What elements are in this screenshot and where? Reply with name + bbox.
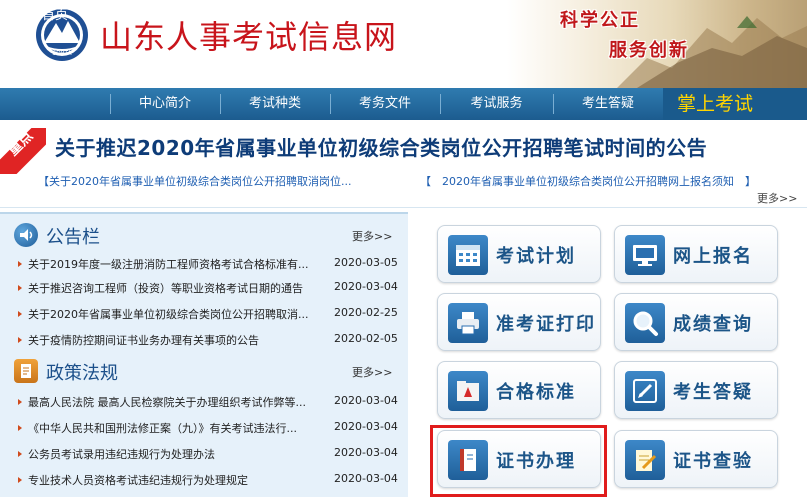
nav-faq[interactable]: 考生答疑 [553,88,663,120]
list-item-text[interactable]: 关于2020年省属事业单位初级综合类岗位公开招聘取消... [28,306,330,322]
list-item-text[interactable]: 最高人民法院 最高人民检察院关于办理组织考试作弊等... [28,394,330,410]
slogan-line2: 服务创新 [609,40,689,61]
bullet-arrow-icon [18,477,22,483]
slogan-line1: 科学公正 [560,10,640,31]
tile-score-query[interactable]: 成绩查询 [614,293,778,351]
nav-exam-services[interactable]: 考试服务 [440,88,553,120]
bulletin-title: 公告栏 [46,227,100,248]
list-item-text[interactable]: 专业技术人员资格考试违纪违规行为处理规定 [28,472,330,488]
list-item-text[interactable]: 关于2019年度一级注册消防工程师资格考试合格标准有... [28,256,330,272]
list-item[interactable]: 专业技术人员资格考试违纪违规行为处理规定 2020-03-04 [0,468,408,492]
tile-label: 考生答疑 [673,382,753,403]
logo-text: SDPTA [52,50,72,57]
list-item-text[interactable]: 公务员考试录用违纪违规行为处理办法 [28,446,330,462]
policy-more-link[interactable]: 更多>> [352,364,392,380]
site-header: SDPTA 山东人事考试信息网 科学公正 服务创新 [0,0,807,88]
list-item-date: 2020-03-05 [334,256,398,269]
printer-icon [448,303,488,343]
list-item[interactable]: 公务员考试录用违纪违规行为处理办法 2020-03-04 [0,442,408,466]
tile-label: 合格标准 [496,382,576,403]
list-item[interactable]: 关于2019年度一级注册消防工程师资格考试合格标准有... 2020-03-05 [0,252,408,276]
tile-label: 网上报名 [673,246,753,267]
list-item-date: 2020-03-04 [334,446,398,459]
magnifier-icon [625,303,665,343]
list-item[interactable]: 关于疫情防控期间证书业务办理有关事项的公告 2020-02-05 [0,328,408,352]
list-item-text[interactable]: 关于推迟咨询工程师（投资）等职业资格考试日期的通告 [28,280,330,296]
list-item-date: 2020-03-04 [334,280,398,293]
bullet-arrow-icon [18,451,22,457]
bullet-arrow-icon [18,285,22,291]
site-title[interactable]: 山东人事考试信息网 [100,12,397,58]
tile-label: 考试计划 [496,246,576,267]
list-item[interactable]: 关于推迟咨询工程师（投资）等职业资格考试日期的通告 2020-03-04 [0,276,408,300]
tile-certificate-verify[interactable]: 证书查验 [614,430,778,488]
headline-sub-link-2[interactable]: 【 2020年省属事业单位初级综合类岗位公开招聘网上报名须知 】 [420,173,756,189]
tile-label: 准考证打印 [496,314,596,335]
nav-home[interactable]: 首页 [0,0,110,32]
bullet-arrow-icon [18,311,22,317]
tile-candidate-faq[interactable]: 考生答疑 [614,361,778,419]
list-item[interactable]: 关于2020年省属事业单位初级综合类岗位公开招聘取消... 2020-02-25 [0,302,408,326]
pdf-folder-icon [448,371,488,411]
list-item-date: 2020-03-04 [334,394,398,407]
edit-icon [625,371,665,411]
policy-title: 政策法规 [46,363,118,384]
headline-more-link[interactable]: 更多>> [757,190,797,206]
tile-label: 成绩查询 [673,314,753,335]
bullet-arrow-icon [18,425,22,431]
nav-mobile-exam[interactable]: 掌上考试 [677,88,753,120]
bullet-arrow-icon [18,261,22,267]
policy-header: 政策法规 更多>> [0,354,408,388]
list-item-date: 2020-02-25 [334,306,398,319]
left-panel: 公告栏 更多>> 关于2019年度一级注册消防工程师资格考试合格标准有... 2… [0,212,408,497]
notepad-icon [625,440,665,480]
nav-about[interactable]: 中心简介 [110,88,220,120]
tile-admission-print[interactable]: 准考证打印 [437,293,601,351]
tile-online-register[interactable]: 网上报名 [614,225,778,283]
list-item-date: 2020-03-04 [334,420,398,433]
tile-label: 证书查验 [673,451,753,472]
tile-exam-plan[interactable]: 考试计划 [437,225,601,283]
bullet-arrow-icon [18,399,22,405]
calendar-icon [448,235,488,275]
bulletin-header: 公告栏 更多>> [0,218,408,252]
bullet-arrow-icon [18,337,22,343]
monitor-icon [625,235,665,275]
selection-highlight [430,425,607,497]
nav-exam-types[interactable]: 考试种类 [220,88,330,120]
list-item[interactable]: 《中华人民共和国刑法修正案（九）》有关考试违法行... 2020-03-04 [0,416,408,440]
speaker-icon [14,223,38,247]
headline-title[interactable]: 关于推迟2020年省属事业单位初级综合类岗位公开招聘笔试时间的公告 [55,132,707,161]
list-item-date: 2020-03-04 [334,472,398,485]
headline-sub-link-1[interactable]: 【关于2020年省属事业单位初级综合类岗位公开招聘取消岗位... [38,173,351,189]
list-item[interactable]: 最高人民法院 最高人民检察院关于办理组织考试作弊等... 2020-03-04 [0,390,408,414]
nav-exam-docs[interactable]: 考务文件 [330,88,440,120]
list-item-text[interactable]: 关于疫情防控期间证书业务办理有关事项的公告 [28,332,330,348]
tile-pass-standard[interactable]: 合格标准 [437,361,601,419]
document-icon [14,359,38,383]
list-item-text[interactable]: 《中华人民共和国刑法修正案（九）》有关考试违法行... [28,420,330,436]
bulletin-more-link[interactable]: 更多>> [352,228,392,244]
list-item-date: 2020-02-05 [334,332,398,345]
